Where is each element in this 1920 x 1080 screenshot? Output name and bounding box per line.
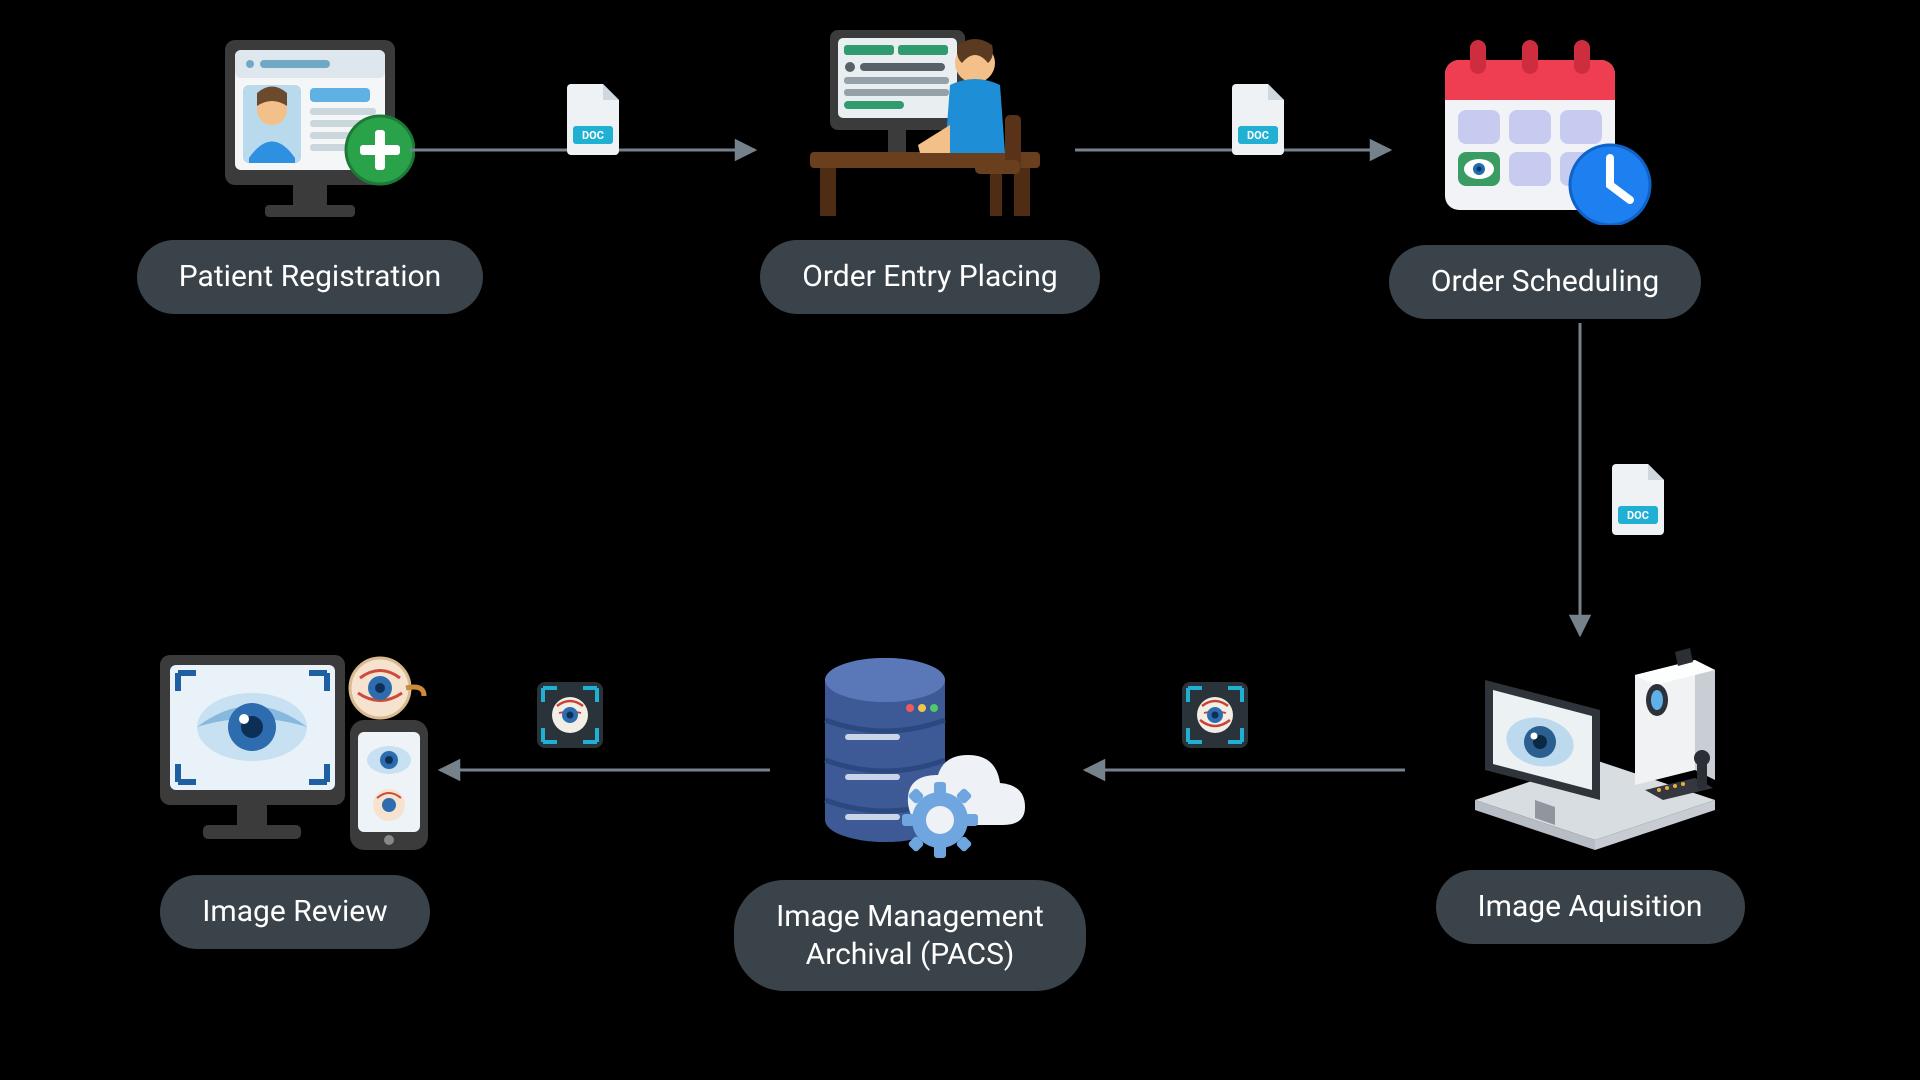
flow-arrows: [0, 0, 1920, 1080]
eye-scan-badge-1: [1180, 680, 1250, 750]
doc-badge-1: DOC: [565, 80, 625, 155]
svg-text:DOC: DOC: [582, 129, 604, 142]
svg-text:DOC: DOC: [1627, 509, 1649, 522]
doc-badge-2: DOC: [1230, 80, 1290, 155]
svg-text:DOC: DOC: [1247, 129, 1269, 142]
eye-scan-badge-2: [535, 680, 605, 750]
doc-badge-3: DOC: [1610, 460, 1670, 535]
